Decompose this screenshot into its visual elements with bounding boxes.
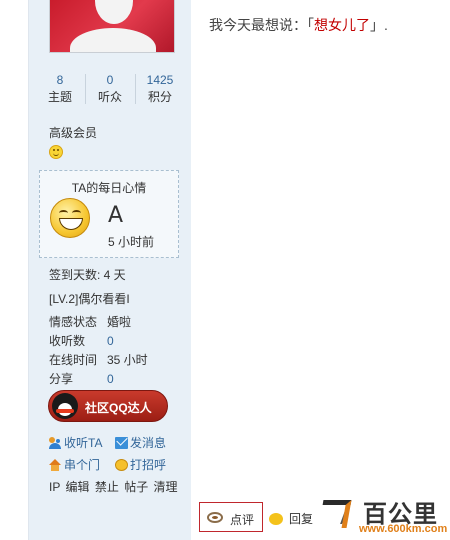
- house-icon: [49, 459, 62, 471]
- daily-mood-box: TA的每日心情 A 5 小时前: [39, 170, 179, 258]
- greet-link[interactable]: 打招呼: [115, 456, 166, 473]
- watermark-logo-icon: [319, 496, 359, 532]
- mouth-shape: [59, 218, 83, 230]
- stat-followers-value[interactable]: 0: [85, 72, 135, 88]
- admin-edit-link[interactable]: 编辑: [65, 480, 89, 494]
- stat-threads[interactable]: 8 主题: [35, 72, 85, 108]
- reply-label: 回复: [289, 512, 314, 526]
- user-level: [LV.2]偶尔看看I: [49, 292, 130, 306]
- user-sidebar: 8 主题 0 听众 1425 积分 高级会员 TA的每日心情 A 5 小时前 签…: [28, 0, 192, 540]
- greet-label: 打招呼: [130, 458, 167, 472]
- left-eye-shape: [59, 210, 68, 216]
- mood-time: 5 小时前: [108, 235, 155, 249]
- avatar-head-shape: [95, 0, 133, 24]
- send-message-label: 发消息: [130, 436, 167, 450]
- follow-people-icon: [49, 437, 62, 449]
- follow-label: 收听TA: [64, 436, 103, 450]
- site-watermark: 百公里 www.600km.com: [319, 494, 447, 538]
- field-key: 分享: [49, 372, 74, 386]
- visit-label: 串个门: [64, 458, 101, 472]
- mood-title: TA的每日心情: [71, 181, 147, 195]
- avatar-body-shape: [70, 28, 156, 52]
- post-content-area: 我今天最想说：「想女儿了」. 点评 回复 百公里 www.600km.com: [191, 0, 450, 540]
- visit-link[interactable]: 串个门: [49, 456, 100, 473]
- send-message-link[interactable]: 发消息: [115, 434, 166, 451]
- qq-penguin-icon: [52, 393, 78, 419]
- field-key: 在线时间: [49, 353, 98, 367]
- stat-points-label: 积分: [147, 90, 172, 104]
- admin-ban-link[interactable]: 禁止: [95, 480, 119, 494]
- mail-icon: [115, 437, 128, 449]
- stat-points-value[interactable]: 1425: [135, 72, 185, 88]
- admin-links: IP 编辑 禁止 帖子 清理: [49, 478, 178, 495]
- post-message: 我今天最想说：「想女儿了」.: [209, 15, 388, 35]
- stat-followers[interactable]: 0 听众: [85, 72, 135, 108]
- field-following: 收听数 0: [49, 332, 114, 349]
- post-prefix: 我今天最想说：「: [209, 17, 314, 33]
- admin-clean-link[interactable]: 清理: [154, 480, 178, 494]
- follow-link[interactable]: 收听TA: [49, 434, 102, 451]
- stat-threads-label: 主题: [47, 90, 72, 104]
- avatar[interactable]: [49, 0, 175, 53]
- watermark-url: www.600km.com: [359, 523, 448, 535]
- admin-posts-link[interactable]: 帖子: [124, 480, 148, 494]
- field-value: 35 小时: [107, 353, 148, 367]
- greet-icon: [115, 459, 128, 471]
- user-rank: 高级会员: [49, 126, 98, 140]
- smiley-icon: [49, 145, 63, 159]
- qq-expert-badge[interactable]: 社区QQ达人: [48, 390, 168, 422]
- comment-button[interactable]: 点评: [199, 502, 263, 532]
- stat-points[interactable]: 1425 积分: [135, 72, 185, 108]
- field-relationship: 情感状态 婚啦: [49, 313, 131, 330]
- admin-ip-link[interactable]: IP: [49, 480, 60, 494]
- signin-days: 签到天数: 4 天: [49, 268, 126, 282]
- right-eye-shape: [72, 210, 81, 216]
- stat-followers-label: 听众: [97, 90, 122, 104]
- grinning-face-icon: [50, 198, 90, 238]
- mood-letter: A: [108, 203, 124, 228]
- field-online-time: 在线时间 35 小时: [49, 351, 148, 368]
- comment-label: 点评: [230, 513, 255, 527]
- reply-button[interactable]: 回复: [269, 510, 313, 527]
- reply-bubble-icon: [269, 513, 283, 525]
- field-value: 婚啦: [107, 315, 132, 329]
- field-key: 情感状态: [49, 315, 98, 329]
- field-value[interactable]: 0: [107, 334, 114, 348]
- field-key: 收听数: [49, 334, 86, 348]
- qq-badge-label: 社区QQ达人: [85, 401, 152, 415]
- coffee-cup-icon: [207, 512, 223, 523]
- field-value[interactable]: 0: [107, 372, 114, 386]
- post-suffix: 」.: [370, 17, 388, 33]
- field-shares: 分享 0: [49, 370, 114, 387]
- stat-threads-value[interactable]: 8: [35, 72, 85, 88]
- post-highlight: 想女儿了: [314, 17, 370, 33]
- user-stats: 8 主题 0 听众 1425 积分: [35, 72, 185, 108]
